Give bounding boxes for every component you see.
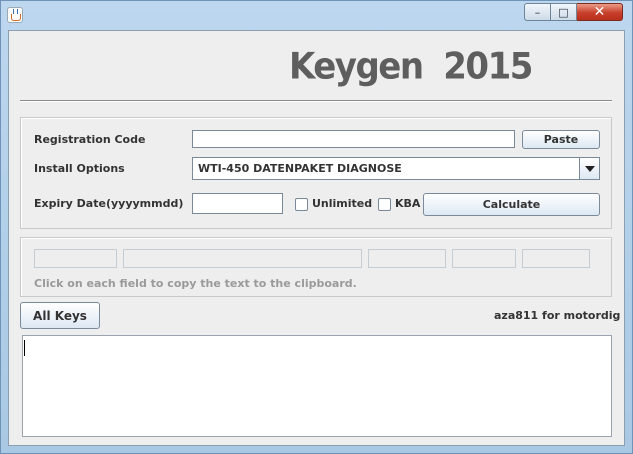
calculate-button[interactable]: Calculate: [423, 193, 600, 216]
registration-code-label: Registration Code: [34, 133, 146, 146]
chevron-down-icon[interactable]: [579, 158, 599, 179]
maximize-button[interactable]: □: [551, 3, 577, 21]
registration-code-input[interactable]: [192, 130, 515, 148]
title-separator: [20, 100, 612, 102]
expiry-date-label: Expiry Date(yyyymmdd): [34, 197, 184, 210]
content-pane: Keygen 2015 Registration Code Paste Inst…: [8, 30, 625, 446]
key-field-3[interactable]: [368, 249, 446, 268]
install-options-dropdown[interactable]: WTI-450 DATENPAKET DIAGNOSE: [192, 157, 600, 180]
expiry-date-input[interactable]: [192, 193, 283, 214]
title-bar[interactable]: – □ ✕: [1, 1, 632, 29]
clipboard-hint: Click on each field to copy the text to …: [34, 277, 357, 290]
key-field-5[interactable]: [522, 249, 590, 268]
install-options-selected: WTI-450 DATENPAKET DIAGNOSE: [198, 162, 402, 175]
unlimited-checkbox[interactable]: [295, 198, 308, 211]
key-field-1[interactable]: [34, 249, 117, 268]
author-credit: aza811 for motordig: [494, 309, 621, 322]
java-app-icon: [7, 7, 23, 23]
key-field-2[interactable]: [123, 249, 362, 268]
kba-label: KBA: [395, 197, 421, 210]
install-options-label: Install Options: [34, 162, 125, 175]
text-caret: [24, 340, 25, 356]
keygen-window: – □ ✕ Keygen 2015 Registration Code Past…: [0, 0, 633, 454]
kba-checkbox[interactable]: [378, 198, 391, 211]
key-field-4[interactable]: [452, 249, 516, 268]
minimize-button[interactable]: –: [524, 3, 551, 21]
page-title: Keygen 2015: [289, 45, 533, 89]
close-button[interactable]: ✕: [577, 3, 623, 21]
all-keys-button[interactable]: All Keys: [20, 302, 100, 329]
paste-button[interactable]: Paste: [522, 130, 600, 149]
keys-output-area[interactable]: [22, 335, 612, 437]
unlimited-label: Unlimited: [312, 197, 373, 210]
